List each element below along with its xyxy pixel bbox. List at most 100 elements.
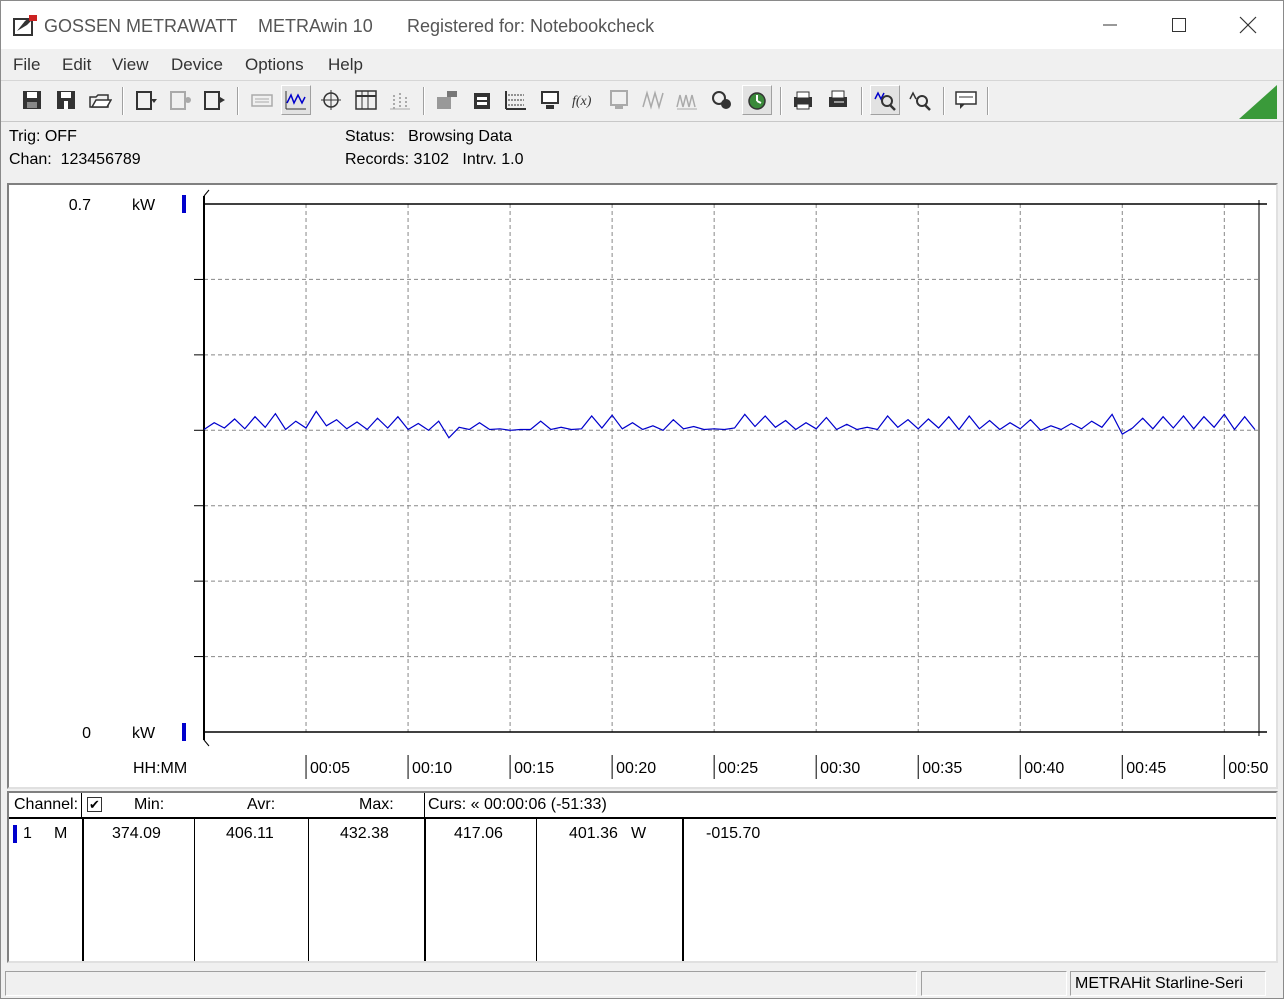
multi-signal-icon[interactable] (672, 85, 702, 115)
signal-icon[interactable] (638, 85, 668, 115)
axis-corner-mark (203, 739, 210, 747)
x-tick-label: 00:10 (412, 760, 452, 777)
y-top-label: 0.7 (69, 197, 91, 214)
series-line (203, 410, 1256, 439)
row-cursor2: 401.36 (569, 825, 618, 842)
waveform-view-icon[interactable] (281, 85, 311, 115)
info-panel: Trig: OFF Chan: 123456789 Status: Browsi… (1, 123, 1283, 179)
header-min: Min: (134, 796, 165, 813)
row-unit: W (631, 825, 647, 842)
row-mode: M (54, 825, 68, 842)
crosshair-cursor-icon[interactable] (316, 85, 346, 115)
import-icon[interactable] (467, 85, 497, 115)
channel-list: Chan: 123456789 (9, 151, 141, 168)
printer-setup-icon[interactable] (788, 85, 818, 115)
close-icon (1239, 16, 1257, 34)
x-tick-label: 00:40 (1024, 760, 1064, 777)
keyboard-icon[interactable] (247, 85, 277, 115)
minimize-button[interactable] (1075, 1, 1145, 49)
column-divider (81, 793, 82, 819)
toolbar-separator (987, 87, 989, 115)
maximize-button[interactable] (1144, 1, 1214, 49)
header-channel: Channel: (14, 796, 79, 813)
x-tick-label: 00:30 (820, 760, 860, 777)
zoom-out-icon[interactable] (905, 85, 935, 115)
power-chart[interactable]: 00:05 00:10 00:15 00:20 00:25 00:30 00:35 00:40… (9, 185, 1276, 787)
toolbar-separator (861, 87, 863, 115)
toolbar: f(x) (1, 80, 1283, 122)
x-tick-label: 00:45 (1126, 760, 1166, 777)
brand-title: GOSSEN METRAWATT (44, 16, 238, 36)
header-avr: Avr: (247, 796, 276, 813)
status-panel-device: METRAHit Starline-Seri (1070, 971, 1266, 996)
column-divider (682, 819, 684, 961)
menu-device[interactable]: Device (171, 55, 223, 75)
app-window: GOSSEN METRAWATT METRAwin 10 Registered … (0, 0, 1284, 999)
browse-status: Status: Browsing Data (345, 128, 513, 145)
y-unit-label-bottom: kW (132, 725, 156, 742)
channel-scale-marker-bottom (182, 723, 186, 741)
toolbar-separator (780, 87, 782, 115)
menu-view[interactable]: View (112, 55, 149, 75)
svg-text:f(x): f(x) (572, 94, 592, 109)
status-panel-mid (921, 971, 1067, 996)
x-tick-label: 00:50 (1228, 760, 1268, 777)
display-icon[interactable] (604, 85, 634, 115)
registered-title: Registered for: Notebookcheck (407, 16, 655, 36)
monitor-icon[interactable] (535, 85, 565, 115)
column-divider (308, 819, 309, 961)
menu-file[interactable]: File (13, 55, 40, 75)
tools-icon[interactable] (707, 85, 737, 115)
toolbar-separator (237, 87, 239, 115)
channel-table: Channel: ✔ Min: Avr: Max: Curs: « 00:00:… (7, 791, 1278, 963)
column-divider (82, 819, 84, 961)
records-info: Records: 3102 Intrv. 1.0 (345, 151, 524, 168)
y-bottom-label: 0 (82, 725, 91, 742)
trigger-status: Trig: OFF (9, 128, 77, 145)
menu-options[interactable]: Options (245, 55, 304, 75)
menu-edit[interactable]: Edit (62, 55, 91, 75)
header-cursor: Curs: « 00:00:06 (-51:33) (428, 796, 607, 813)
toolbar-separator (122, 87, 124, 115)
close-button[interactable] (1213, 1, 1283, 49)
gossen-logo-icon (13, 15, 37, 36)
toolbar-separator (943, 87, 945, 115)
save-as-disk-icon[interactable] (51, 85, 81, 115)
column-divider (424, 819, 426, 961)
print-icon[interactable] (823, 85, 853, 115)
save-disk-icon[interactable] (17, 85, 47, 115)
chart-area[interactable]: 00:05 00:10 00:15 00:20 00:25 00:30 00:35 00:40… (7, 183, 1278, 789)
header-max: Max: (359, 796, 394, 813)
menu-bar: File Edit View Device Options Help (1, 49, 1283, 79)
x-tick-label: 00:25 (718, 760, 758, 777)
channel-scale-marker-top (182, 195, 186, 213)
formula-icon[interactable]: f(x) (569, 85, 599, 115)
status-bar: METRAHit Starline-Seri (1, 967, 1283, 998)
x-tick-label: 00:15 (514, 760, 554, 777)
check-icon: ✔ (89, 797, 100, 812)
export-icon[interactable] (432, 85, 462, 115)
title-bar[interactable]: GOSSEN METRAWATT METRAwin 10 Registered … (1, 1, 1283, 49)
row-channel: 1 (23, 825, 32, 842)
device-read-icon[interactable] (131, 85, 161, 115)
table-view-icon[interactable] (351, 85, 381, 115)
x-tick-label: 00:20 (616, 760, 656, 777)
bar-view-icon[interactable] (385, 85, 415, 115)
row-max: 432.38 (340, 825, 389, 842)
open-folder-icon[interactable] (85, 85, 115, 115)
channel-color-marker (13, 825, 17, 843)
comment-icon[interactable] (951, 85, 981, 115)
zoom-in-icon[interactable] (870, 85, 900, 115)
column-divider (536, 819, 537, 961)
channel-checkbox[interactable]: ✔ (87, 797, 102, 812)
grid-settings-icon[interactable] (501, 85, 531, 115)
device-send-icon[interactable] (199, 85, 229, 115)
menu-help[interactable]: Help (328, 55, 363, 75)
maximize-icon (1172, 18, 1186, 32)
row-min: 374.09 (112, 825, 161, 842)
x-axis-label: HH:MM (133, 760, 187, 777)
app-title: METRAwin 10 (258, 16, 373, 36)
timer-icon[interactable] (742, 85, 772, 115)
column-divider (194, 819, 195, 961)
device-config-icon[interactable] (165, 85, 195, 115)
